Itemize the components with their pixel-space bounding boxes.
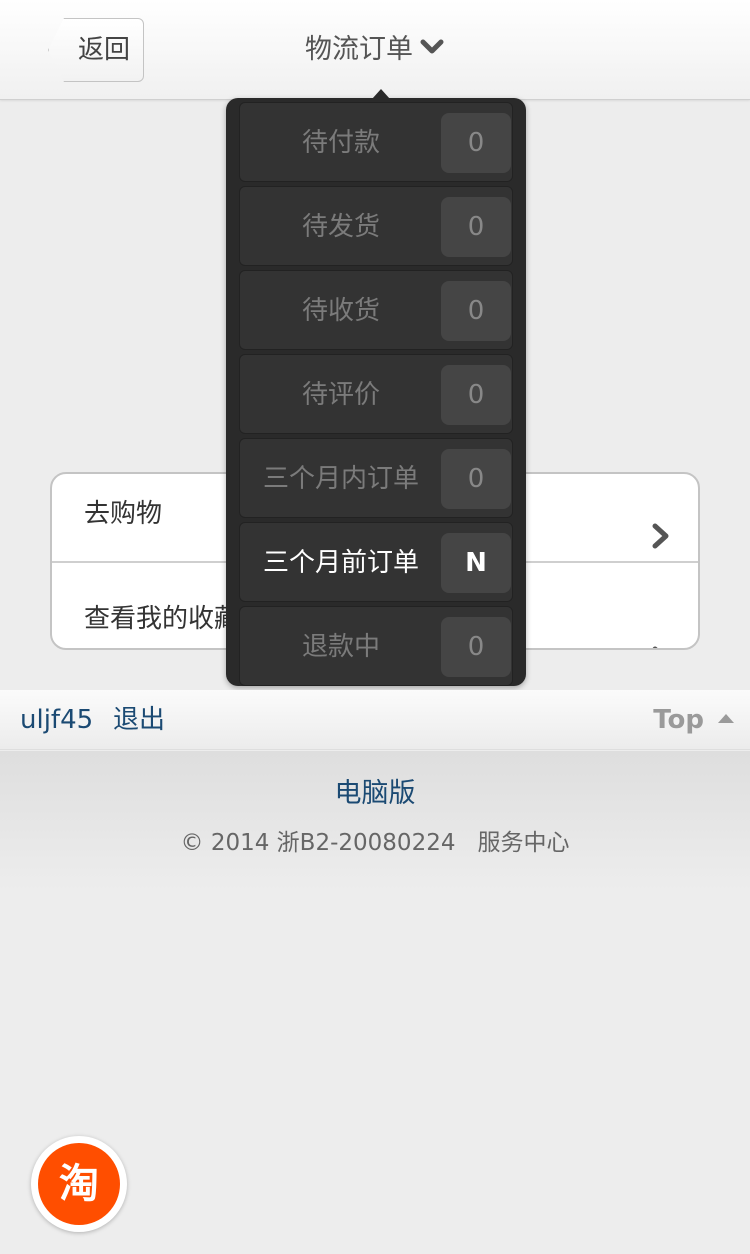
dropdown-item-before-3-months[interactable]: 三个月前订单 N: [239, 522, 513, 602]
dropdown-item-pending-shipment[interactable]: 待发货 0: [239, 186, 513, 266]
logout-link[interactable]: 退出: [113, 690, 165, 750]
dropdown-item-label: 待发货: [301, 212, 380, 242]
dropdown-item-pending-payment[interactable]: 待付款 0: [239, 102, 513, 182]
dropdown-item-refunding[interactable]: 退款中 0: [239, 606, 513, 686]
dropdown-item-pending-receipt[interactable]: 待收货 0: [239, 270, 513, 350]
dropdown-item-count: 0: [441, 113, 511, 173]
taobao-app-badge[interactable]: 淘: [31, 1136, 127, 1232]
dropdown-item-label: 三个月内订单: [262, 464, 419, 494]
copyright-text: © 2014 浙B2-20080224: [180, 830, 456, 856]
dropdown-item-label: 待收货: [301, 296, 380, 326]
dropdown-item-count: 0: [441, 449, 511, 509]
user-bar: uljf45 退出 Top: [0, 690, 750, 750]
back-to-top-link[interactable]: Top: [653, 690, 734, 750]
dropdown-item-within-3-months[interactable]: 三个月内订单 0: [239, 438, 513, 518]
footer: 电脑版 © 2014 浙B2-20080224 服务中心: [0, 751, 750, 891]
service-center-link[interactable]: 服务中心: [477, 830, 569, 856]
taobao-logo-icon: 淘: [38, 1143, 120, 1225]
header-bar: 返回 物流订单: [0, 0, 750, 100]
chevron-right-icon: [650, 502, 672, 549]
copyright-line: © 2014 浙B2-20080224 服务中心: [0, 823, 750, 857]
order-type-dropdown: 待付款 0 待发货 0 待收货 0 待评价 0 三个月内订单 0 三个月前订单 …: [226, 89, 526, 686]
page-title-dropdown[interactable]: 物流订单: [0, 0, 750, 100]
dropdown-item-count: 0: [441, 617, 511, 677]
back-to-top-label: Top: [653, 705, 704, 735]
dropdown-item-label: 三个月前订单: [262, 548, 419, 578]
desktop-version-link[interactable]: 电脑版: [0, 771, 750, 810]
page-title: 物流订单: [305, 34, 413, 65]
dropdown-item-count: N: [441, 533, 511, 593]
dropdown-item-count: 0: [441, 365, 511, 425]
dropdown-item-label: 待评价: [301, 380, 380, 410]
dropdown-item-count: 0: [441, 281, 511, 341]
dropdown-item-pending-review[interactable]: 待评价 0: [239, 354, 513, 434]
dropdown-item-label: 待付款: [301, 128, 380, 158]
chevron-right-icon: [650, 609, 672, 648]
username-link[interactable]: uljf45: [20, 690, 93, 750]
dropdown-item-label: 退款中: [301, 632, 380, 662]
chevron-down-icon: [419, 2, 445, 54]
caret-up-icon: [718, 714, 734, 723]
dropdown-item-count: 0: [441, 197, 511, 257]
view-favorites-label: 查看我的收藏: [84, 604, 241, 634]
go-shopping-label: 去购物: [84, 499, 163, 529]
